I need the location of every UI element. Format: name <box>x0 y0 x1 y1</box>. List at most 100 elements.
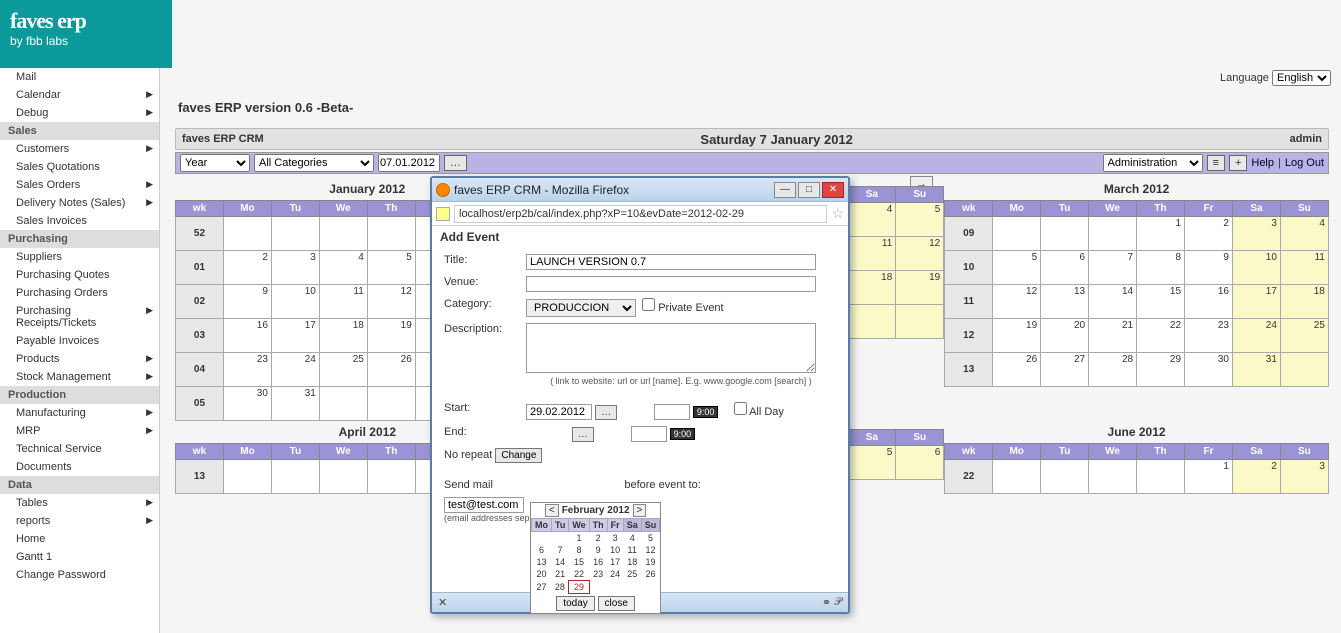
dp-day[interactable]: 5 <box>641 532 660 545</box>
day-cell[interactable]: 27 <box>1041 353 1089 387</box>
popup-titlebar[interactable]: faves ERP CRM - Mozilla Firefox — □ ✕ <box>432 178 848 202</box>
popup-footer-close-icon[interactable]: ✕ <box>438 596 447 609</box>
start-time-display[interactable]: 9:00 <box>693 406 719 418</box>
day-cell[interactable] <box>1280 353 1328 387</box>
day-cell[interactable]: 18 <box>1280 285 1328 319</box>
email-input[interactable] <box>444 497 524 513</box>
dp-day[interactable]: 2 <box>589 532 607 545</box>
dp-day[interactable]: 4 <box>623 532 641 545</box>
sidebar-item[interactable]: Delivery Notes (Sales)▶ <box>0 194 159 212</box>
day-cell[interactable] <box>1089 460 1137 494</box>
sidebar-item[interactable]: Change Password <box>0 566 159 584</box>
category-select[interactable]: All Categories <box>254 154 374 172</box>
sidebar-item[interactable]: Products▶ <box>0 350 159 368</box>
day-cell[interactable] <box>319 217 367 251</box>
category-input[interactable]: PRODUCCION <box>526 299 636 317</box>
day-cell[interactable] <box>993 460 1041 494</box>
dp-day[interactable] <box>607 581 623 594</box>
dp-day[interactable] <box>623 581 641 594</box>
dp-day[interactable] <box>532 532 552 545</box>
dp-day[interactable]: 10 <box>607 544 623 556</box>
day-cell[interactable]: 22 <box>1137 319 1185 353</box>
day-cell[interactable]: 12 <box>367 285 415 319</box>
change-repeat-button[interactable]: Change <box>495 448 542 463</box>
day-cell[interactable]: 11 <box>319 285 367 319</box>
sidebar-item[interactable]: Purchasing Quotes <box>0 266 159 284</box>
day-cell[interactable]: 17 <box>271 319 319 353</box>
day-cell[interactable]: 1 <box>1185 460 1233 494</box>
sidebar-item[interactable]: Payable Invoices <box>0 332 159 350</box>
day-cell[interactable]: 11 <box>848 237 896 271</box>
dp-today-button[interactable]: today <box>556 596 594 611</box>
sidebar-item[interactable]: Calendar▶ <box>0 86 159 104</box>
day-cell[interactable]: 19 <box>367 319 415 353</box>
bookmark-star-icon[interactable]: ☆ <box>831 205 844 222</box>
sidebar-item[interactable]: Customers▶ <box>0 140 159 158</box>
day-cell[interactable]: 18 <box>848 271 896 305</box>
dp-close-button[interactable]: close <box>598 596 635 611</box>
start-time-input1[interactable] <box>654 404 690 420</box>
day-cell[interactable] <box>1089 217 1137 251</box>
day-cell[interactable]: 17 <box>1232 285 1280 319</box>
add-button[interactable]: + <box>1229 155 1247 171</box>
day-cell[interactable] <box>271 460 319 494</box>
day-cell[interactable] <box>367 460 415 494</box>
day-cell[interactable]: 12 <box>993 285 1041 319</box>
dp-day[interactable]: 9 <box>589 544 607 556</box>
day-cell[interactable] <box>223 460 271 494</box>
list-button[interactable]: ≡ <box>1207 155 1225 171</box>
day-cell[interactable]: 25 <box>319 353 367 387</box>
day-cell[interactable]: 30 <box>1185 353 1233 387</box>
dp-day[interactable] <box>641 581 660 594</box>
dp-day[interactable]: 18 <box>623 556 641 568</box>
dp-day[interactable]: 7 <box>552 544 569 556</box>
day-cell[interactable]: 18 <box>319 319 367 353</box>
close-button[interactable]: ✕ <box>822 182 844 198</box>
date-picker-button[interactable]: … <box>444 155 467 171</box>
end-date-picker-button[interactable]: … <box>572 427 594 442</box>
day-cell[interactable]: 10 <box>271 285 319 319</box>
day-cell[interactable]: 2 <box>223 251 271 285</box>
day-cell[interactable] <box>896 305 944 339</box>
day-cell[interactable]: 24 <box>1232 319 1280 353</box>
day-cell[interactable]: 16 <box>223 319 271 353</box>
dp-day[interactable]: 29 <box>569 581 589 594</box>
dp-day[interactable]: 8 <box>569 544 589 556</box>
day-cell[interactable]: 8 <box>1137 251 1185 285</box>
day-cell[interactable]: 5 <box>896 203 944 237</box>
day-cell[interactable]: 6 <box>896 446 944 480</box>
day-cell[interactable] <box>993 217 1041 251</box>
day-cell[interactable]: 4 <box>319 251 367 285</box>
dp-day[interactable]: 20 <box>532 568 552 581</box>
sidebar-item[interactable]: Sales Orders▶ <box>0 176 159 194</box>
sidebar-item[interactable]: Technical Service <box>0 440 159 458</box>
dp-day[interactable] <box>589 581 607 594</box>
help-link[interactable]: Help <box>1251 157 1274 169</box>
day-cell[interactable]: 25 <box>1280 319 1328 353</box>
day-cell[interactable]: 1 <box>1137 217 1185 251</box>
dp-day[interactable]: 3 <box>607 532 623 545</box>
day-cell[interactable]: 5 <box>848 446 896 480</box>
day-cell[interactable]: 23 <box>1185 319 1233 353</box>
sidebar-item[interactable]: Stock Management▶ <box>0 368 159 386</box>
start-date-input[interactable] <box>526 404 592 420</box>
day-cell[interactable]: 12 <box>896 237 944 271</box>
dp-day[interactable]: 27 <box>532 581 552 594</box>
sidebar-item[interactable]: Manufacturing▶ <box>0 404 159 422</box>
sidebar-item[interactable]: reports▶ <box>0 512 159 530</box>
dp-prev-button[interactable]: < <box>545 504 559 517</box>
day-cell[interactable]: 15 <box>1137 285 1185 319</box>
day-cell[interactable]: 2 <box>1185 217 1233 251</box>
day-cell[interactable]: 20 <box>1041 319 1089 353</box>
day-cell[interactable]: 7 <box>1089 251 1137 285</box>
description-input[interactable] <box>526 323 816 373</box>
day-cell[interactable]: 11 <box>1280 251 1328 285</box>
day-cell[interactable]: 3 <box>1232 217 1280 251</box>
sidebar-item[interactable]: Home <box>0 530 159 548</box>
title-input[interactable] <box>526 254 816 270</box>
dp-day[interactable]: 13 <box>532 556 552 568</box>
date-input[interactable] <box>378 154 440 172</box>
day-cell[interactable]: 16 <box>1185 285 1233 319</box>
dp-day[interactable]: 11 <box>623 544 641 556</box>
day-cell[interactable]: 4 <box>1280 217 1328 251</box>
